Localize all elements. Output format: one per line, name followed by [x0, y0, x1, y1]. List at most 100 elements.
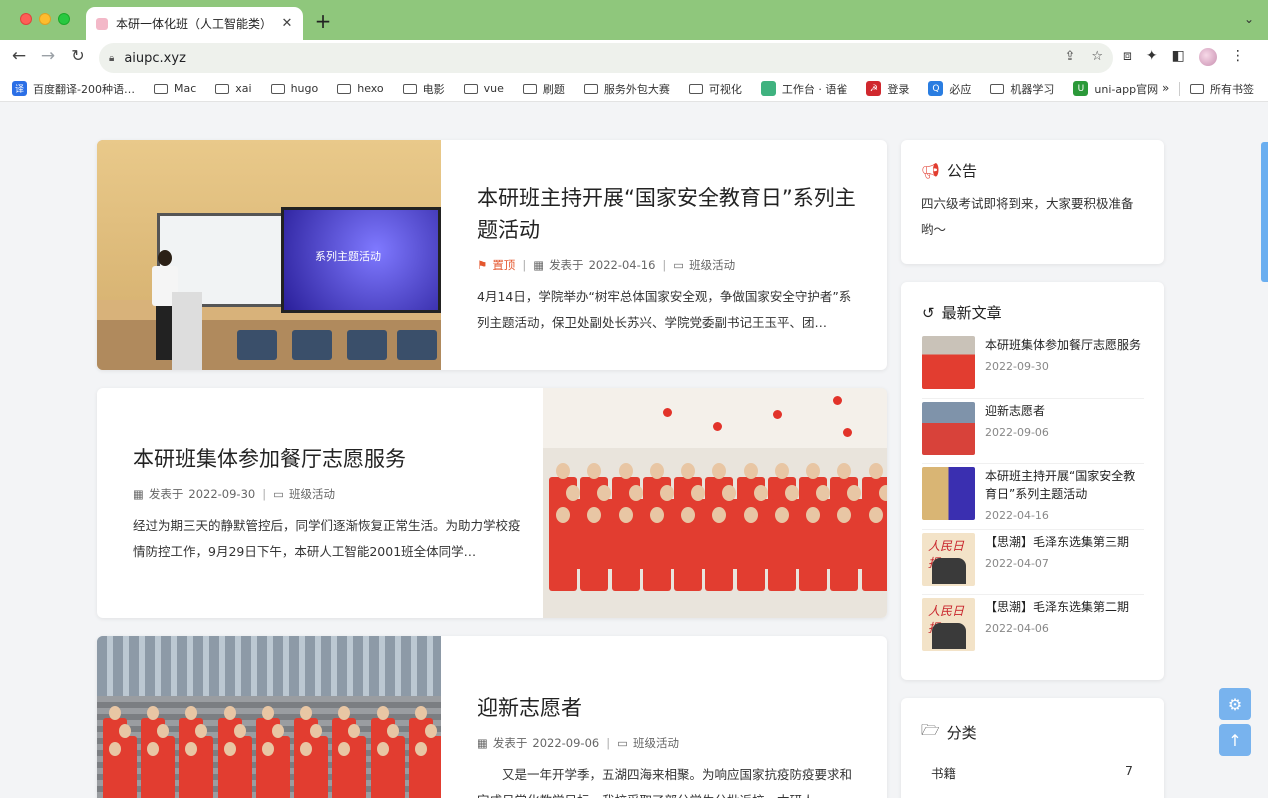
post-card[interactable]: 系列主题活动 本研班主持开展“国家安全教育日”系列主题活动 ⚑ 置顶 | ▦ 发…: [97, 140, 887, 370]
browser-toolbar: ← → ↻ 🔒︎ aiupc.xyz ⇪ ☆ ⧈ ✦ ◧ ⋮: [0, 40, 1268, 76]
bookmark-label: 可视化: [708, 82, 742, 96]
minimize-window-button[interactable]: [39, 13, 51, 25]
post-date: 2022-09-06: [532, 736, 600, 750]
browser-tab-active[interactable]: 本研一体化班（人工智能类）20 ✕: [86, 7, 303, 40]
back-arrow-icon[interactable]: ←: [8, 46, 30, 66]
bookmarks-bar: 译百度翻译-200种语… Mac xai hugo hexo 电影 vue 刷题 服务外包大赛 可…: [0, 76, 1268, 102]
recent-post-thumbnail[interactable]: 人民日报: [922, 532, 975, 586]
tab-search-chevron-icon[interactable]: ⌄: [1244, 12, 1254, 26]
bookmark-label: 机器学习: [1010, 82, 1055, 96]
post-card[interactable]: 迎新志愿者 ▦ 发表于 2022-09-06 | ▭ 班级活动 又是一年开学季，…: [97, 636, 887, 798]
category-item[interactable]: 书籍 7: [921, 763, 1144, 782]
back-to-top-button[interactable]: ↑: [1219, 724, 1251, 756]
menu-kebab-icon[interactable]: ⋮: [1231, 48, 1245, 66]
recent-post-date: 2022-04-07: [985, 556, 1049, 570]
all-bookmarks-folder[interactable]: 所有书签: [1190, 76, 1254, 102]
screenshot-icon[interactable]: ⧈: [1123, 48, 1132, 66]
category-name: 书籍: [931, 766, 957, 781]
post-category-link[interactable]: 班级活动: [633, 735, 679, 751]
date-prefix: 发表于: [148, 487, 184, 501]
bookmark-item[interactable]: 可视化: [688, 81, 742, 97]
recent-post-date: 2022-04-16: [985, 509, 1049, 522]
bookmark-favicon-icon: U: [1073, 81, 1089, 96]
folder-icon: [402, 83, 417, 94]
recent-post-item[interactable]: 迎新志愿者 2022-09-06: [922, 399, 1144, 464]
recent-post-item[interactable]: 本研班集体参加餐厅志愿服务 2022-09-30: [922, 333, 1144, 399]
notice-title: 公告: [947, 162, 978, 180]
folder-icon: [583, 83, 598, 94]
lock-icon[interactable]: 🔒︎: [109, 53, 114, 64]
bookmarks-divider: [1179, 82, 1180, 96]
bookmark-item[interactable]: 译百度翻译-200种语…: [12, 81, 135, 97]
category-icon: ▭: [673, 258, 685, 272]
recent-post-thumbnail[interactable]: [922, 467, 975, 520]
recent-post-thumbnail[interactable]: [922, 401, 975, 455]
recent-post-title[interactable]: 本研班主持开展“国家安全教育日”系列主题活动: [985, 467, 1144, 503]
folder-icon: [990, 83, 1005, 94]
notice-widget: 📢︎ 公告 四六级考试即将到来，大家要积极准备哟～: [901, 140, 1164, 264]
post-thumbnail-freshman-volunteers[interactable]: [97, 636, 441, 798]
folder-icon: [522, 83, 537, 94]
post-date: 2022-04-16: [588, 258, 656, 272]
post-meta: ⚑ 置顶 | ▦ 发表于 2022-04-16 | ▭ 班级活动: [477, 257, 736, 273]
extensions-puzzle-icon[interactable]: ✦: [1146, 48, 1158, 66]
recent-post-title[interactable]: 本研班集体参加餐厅志愿服务: [985, 336, 1144, 354]
bookmarks-overflow-button[interactable]: »: [1162, 81, 1169, 95]
bookmark-star-icon[interactable]: ☆: [1091, 49, 1103, 64]
new-tab-button[interactable]: +: [313, 9, 333, 33]
recent-post-date: 2022-09-30: [985, 360, 1049, 373]
maximize-window-button[interactable]: [58, 13, 70, 25]
recent-post-item[interactable]: 本研班主持开展“国家安全教育日”系列主题活动 2022-04-16: [922, 464, 1144, 530]
bookmark-favicon-icon: [760, 81, 776, 96]
bookmark-item[interactable]: 刷题: [522, 81, 565, 97]
bookmark-item[interactable]: Q 必应: [928, 81, 971, 97]
bookmark-label: xai: [235, 82, 252, 95]
bookmark-label: uni-app官网: [1094, 82, 1159, 96]
bookmark-item[interactable]: ☭ 登录: [866, 81, 909, 97]
tab-close-icon[interactable]: ✕: [279, 16, 295, 31]
calendar-icon: ▦: [533, 258, 545, 272]
bookmark-item[interactable]: Uuni-app官网: [1073, 81, 1158, 97]
share-icon[interactable]: ⇪: [1064, 49, 1075, 64]
bookmark-item[interactable]: 工作台 · 语雀: [760, 81, 847, 97]
post-thumbnail-volunteers[interactable]: [543, 388, 887, 618]
post-title[interactable]: 本研班集体参加餐厅志愿服务: [133, 443, 523, 475]
bookmark-item[interactable]: Mac: [153, 82, 196, 95]
recent-post-title[interactable]: 【思潮】毛泽东选集第二期: [985, 598, 1144, 616]
recent-post-thumbnail[interactable]: [922, 336, 975, 389]
address-bar[interactable]: 🔒︎ aiupc.xyz ⇪ ☆: [99, 43, 1113, 73]
scrollbar-thumb[interactable]: [1261, 142, 1268, 282]
bookmark-item[interactable]: 服务外包大赛: [583, 81, 670, 97]
bookmark-item[interactable]: hexo: [337, 82, 384, 95]
browser-tabstrip: 本研一体化班（人工智能类）20 ✕ + ⌄: [0, 0, 1268, 40]
category-icon: ▭: [273, 487, 284, 501]
url-text[interactable]: aiupc.xyz: [124, 51, 186, 66]
forward-arrow-icon[interactable]: →: [37, 46, 59, 66]
bookmark-item[interactable]: xai: [215, 82, 252, 95]
side-panel-icon[interactable]: ◧: [1172, 48, 1185, 66]
post-title[interactable]: 迎新志愿者: [477, 692, 857, 724]
post-card[interactable]: 本研班集体参加餐厅志愿服务 ▦ 发表于 2022-09-30 | ▭ 班级活动 …: [97, 388, 887, 618]
recent-post-title[interactable]: 【思潮】毛泽东选集第三期: [985, 533, 1144, 551]
recent-post-item[interactable]: 人民日报【思潮】毛泽东选集第三期 2022-04-07: [922, 530, 1144, 595]
bookmark-item[interactable]: 电影: [402, 81, 445, 97]
recent-post-item[interactable]: 人民日报【思潮】毛泽东选集第二期 2022-04-06: [922, 595, 1144, 661]
profile-avatar[interactable]: [1198, 48, 1217, 66]
folder-icon: [215, 83, 230, 94]
date-prefix: 发表于: [492, 736, 528, 750]
recent-post-thumbnail[interactable]: 人民日报: [922, 598, 975, 651]
bookmark-item[interactable]: hugo: [270, 82, 318, 95]
close-window-button[interactable]: [20, 13, 32, 25]
bookmark-item[interactable]: 机器学习: [990, 81, 1054, 97]
post-thumbnail-classroom[interactable]: 系列主题活动: [97, 140, 441, 370]
reload-icon[interactable]: ↻: [67, 46, 89, 65]
recent-post-date: 2022-04-06: [985, 622, 1049, 635]
settings-gear-button[interactable]: ⚙: [1219, 688, 1251, 720]
bookmark-item[interactable]: vue: [463, 82, 504, 95]
recent-post-title[interactable]: 迎新志愿者: [985, 402, 1144, 420]
tab-title: 本研一体化班（人工智能类）20: [116, 17, 271, 31]
post-category-link[interactable]: 班级活动: [289, 486, 335, 502]
post-category-link[interactable]: 班级活动: [689, 257, 735, 273]
blog-page: 系列主题活动 本研班主持开展“国家安全教育日”系列主题活动 ⚑ 置顶 | ▦ 发…: [0, 103, 1268, 798]
post-title[interactable]: 本研班主持开展“国家安全教育日”系列主题活动: [477, 182, 857, 246]
